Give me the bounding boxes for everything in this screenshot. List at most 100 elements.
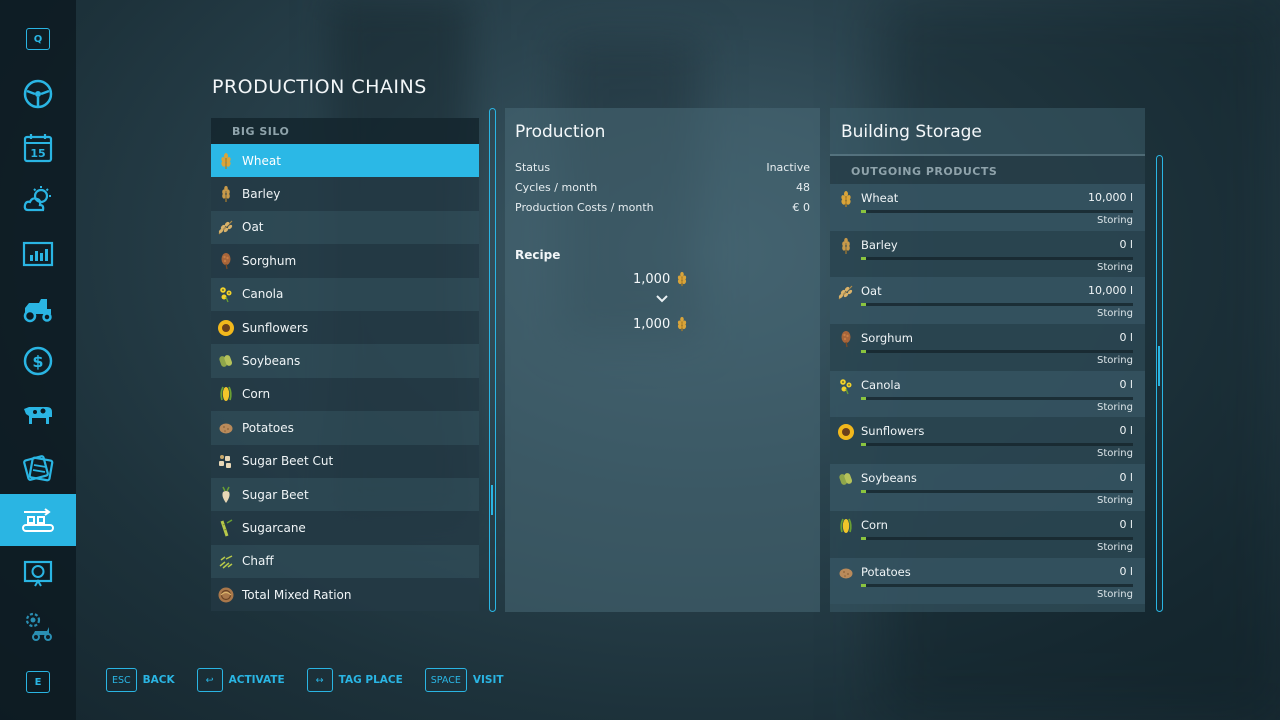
sidebar-item-map[interactable] [0, 68, 76, 120]
storage-product-name: Soybeans [861, 471, 917, 486]
storage-fill-level [861, 490, 866, 494]
chain-item-sorghum[interactable]: Sorghum [211, 244, 479, 278]
activate-button[interactable]: ↩ ACTIVATE [196, 668, 285, 692]
visit-button[interactable]: SPACE VISIT [424, 668, 504, 692]
sidebar-item-animals[interactable] [0, 388, 76, 440]
corn-icon [837, 517, 855, 535]
storage-product-name: Canola [861, 377, 901, 392]
visit-label: VISIT [472, 674, 504, 686]
potato-icon [837, 564, 855, 582]
chain-list-scroll-thumb[interactable] [491, 485, 493, 515]
storage-product-name: Barley [861, 237, 898, 252]
chain-item-sugar-beet-cut[interactable]: Sugar Beet Cut [211, 444, 479, 478]
svg-text:$: $ [32, 352, 43, 371]
storage-row-canola[interactable]: Canola 0 l Storing [830, 370, 1145, 418]
chain-item-sugar-beet[interactable]: Sugar Beet [211, 477, 479, 512]
chain-item-soybeans[interactable]: Soybeans [211, 344, 479, 378]
chaff-icon [217, 552, 235, 570]
sunflower-icon [217, 319, 235, 337]
sidebar-prev-key[interactable]: Q [0, 13, 76, 65]
storage-fill-level [861, 256, 866, 260]
sidebar-item-settings[interactable] [0, 600, 76, 652]
storage-row-potatoes[interactable]: Potatoes 0 l Storing [830, 557, 1145, 605]
sidebar-item-help[interactable] [0, 548, 76, 600]
sugar-beet-cut-icon [217, 452, 235, 470]
storage-row-sorghum[interactable]: Sorghum 0 l Storing [830, 324, 1145, 371]
chain-item-barley[interactable]: Barley [211, 177, 479, 211]
sidebar-item-weather[interactable] [0, 174, 76, 226]
chain-item-chaff[interactable]: Chaff [211, 544, 479, 579]
sidebar-next-key[interactable]: E [0, 656, 76, 708]
back-label: BACK [142, 674, 175, 686]
storage-fill-bar [861, 396, 1133, 400]
storage-product-name: Potatoes [861, 564, 911, 579]
storage-fill-bar [861, 256, 1133, 260]
soybeans-icon [217, 352, 235, 370]
sidebar-item-finances[interactable]: $ [0, 335, 76, 387]
storage-amount: 10,000 l [1087, 191, 1133, 204]
storage-scrollbar[interactable] [1156, 155, 1163, 612]
storage-row-soybeans[interactable]: Soybeans 0 l Storing [830, 464, 1145, 511]
activate-label: ACTIVATE [228, 674, 285, 686]
chain-item-label: Sugar Beet Cut [242, 454, 334, 469]
costs-value: € 0 [792, 201, 811, 214]
storage-product-name: Sunflowers [861, 424, 925, 439]
costs-row: Production Costs / month € 0 [515, 201, 810, 214]
storage-scroll-thumb[interactable] [1158, 346, 1160, 386]
sidebar-item-statistics[interactable] [0, 228, 76, 280]
tag-place-button[interactable]: ↔ TAG PLACE [306, 668, 403, 692]
storage-row-barley[interactable]: Barley 0 l Storing [830, 230, 1145, 278]
chain-item-canola[interactable]: Canola [211, 277, 479, 311]
chain-item-label: Barley [242, 187, 281, 202]
storage-product-name: Sorghum [861, 331, 913, 346]
storage-row-oat[interactable]: Oat 10,000 l Storing [830, 277, 1145, 325]
sorghum-icon [837, 330, 855, 348]
storage-product-name: Corn [861, 517, 888, 532]
space-key-hint: SPACE [424, 668, 467, 692]
q-key-hint: Q [26, 28, 50, 50]
chain-item-wheat[interactable]: Wheat [211, 144, 479, 178]
chain-item-potatoes[interactable]: Potatoes [211, 411, 479, 445]
storage-status: Storing [1097, 355, 1133, 367]
production-icon [22, 508, 54, 532]
storage-amount: 0 l [1119, 517, 1133, 531]
barley-icon [837, 237, 855, 255]
chain-item-corn[interactable]: Corn [211, 377, 479, 412]
storage-fill-level [861, 396, 866, 400]
storage-fill-level [861, 303, 866, 307]
wheat-icon [837, 190, 855, 208]
corn-icon [217, 385, 235, 403]
sidebar-item-calendar[interactable]: 15 [0, 122, 76, 174]
chain-item-total-mixed-ration[interactable]: Total Mixed Ration [211, 578, 479, 612]
chain-item-label: Wheat [242, 153, 281, 168]
chain-item-label: Canola [242, 287, 284, 302]
sorghum-icon [217, 252, 235, 270]
storage-fill-level [861, 583, 866, 587]
sugarcane-icon [217, 519, 235, 537]
chain-item-label: Oat [242, 220, 264, 235]
chain-item-oat[interactable]: Oat [211, 210, 479, 245]
wheat-icon [678, 316, 687, 332]
storage-product-name: Oat [861, 284, 882, 299]
chain-item-sugarcane[interactable]: Sugarcane [211, 511, 479, 545]
storage-fill-level [861, 536, 866, 540]
sidebar-item-vehicles[interactable] [0, 282, 76, 334]
back-button[interactable]: ESC BACK [106, 668, 175, 692]
sidebar-item-production[interactable] [0, 494, 76, 546]
storage-fill-level [861, 443, 866, 447]
action-bar: ESC BACK ↩ ACTIVATE ↔ TAG PLACE SPACE VI… [106, 668, 526, 692]
settings-icon [25, 612, 52, 641]
sidebar-item-contracts[interactable] [0, 442, 76, 494]
storage-row-wheat[interactable]: Wheat 10,000 l Storing [830, 184, 1145, 231]
canola-icon [217, 285, 235, 303]
storage-row-sunflowers[interactable]: Sunflowers 0 l Storing [830, 417, 1145, 465]
statistics-icon [22, 241, 54, 267]
help-icon [23, 560, 53, 587]
tmr-icon [217, 586, 235, 604]
chain-list-scrollbar[interactable] [489, 108, 496, 612]
storage-row-corn[interactable]: Corn 0 l Storing [830, 510, 1145, 558]
animals-icon [24, 407, 52, 424]
storage-fill-bar [861, 443, 1133, 447]
chain-item-sunflowers[interactable]: Sunflowers [211, 310, 479, 345]
status-row: Status Inactive [515, 161, 810, 174]
